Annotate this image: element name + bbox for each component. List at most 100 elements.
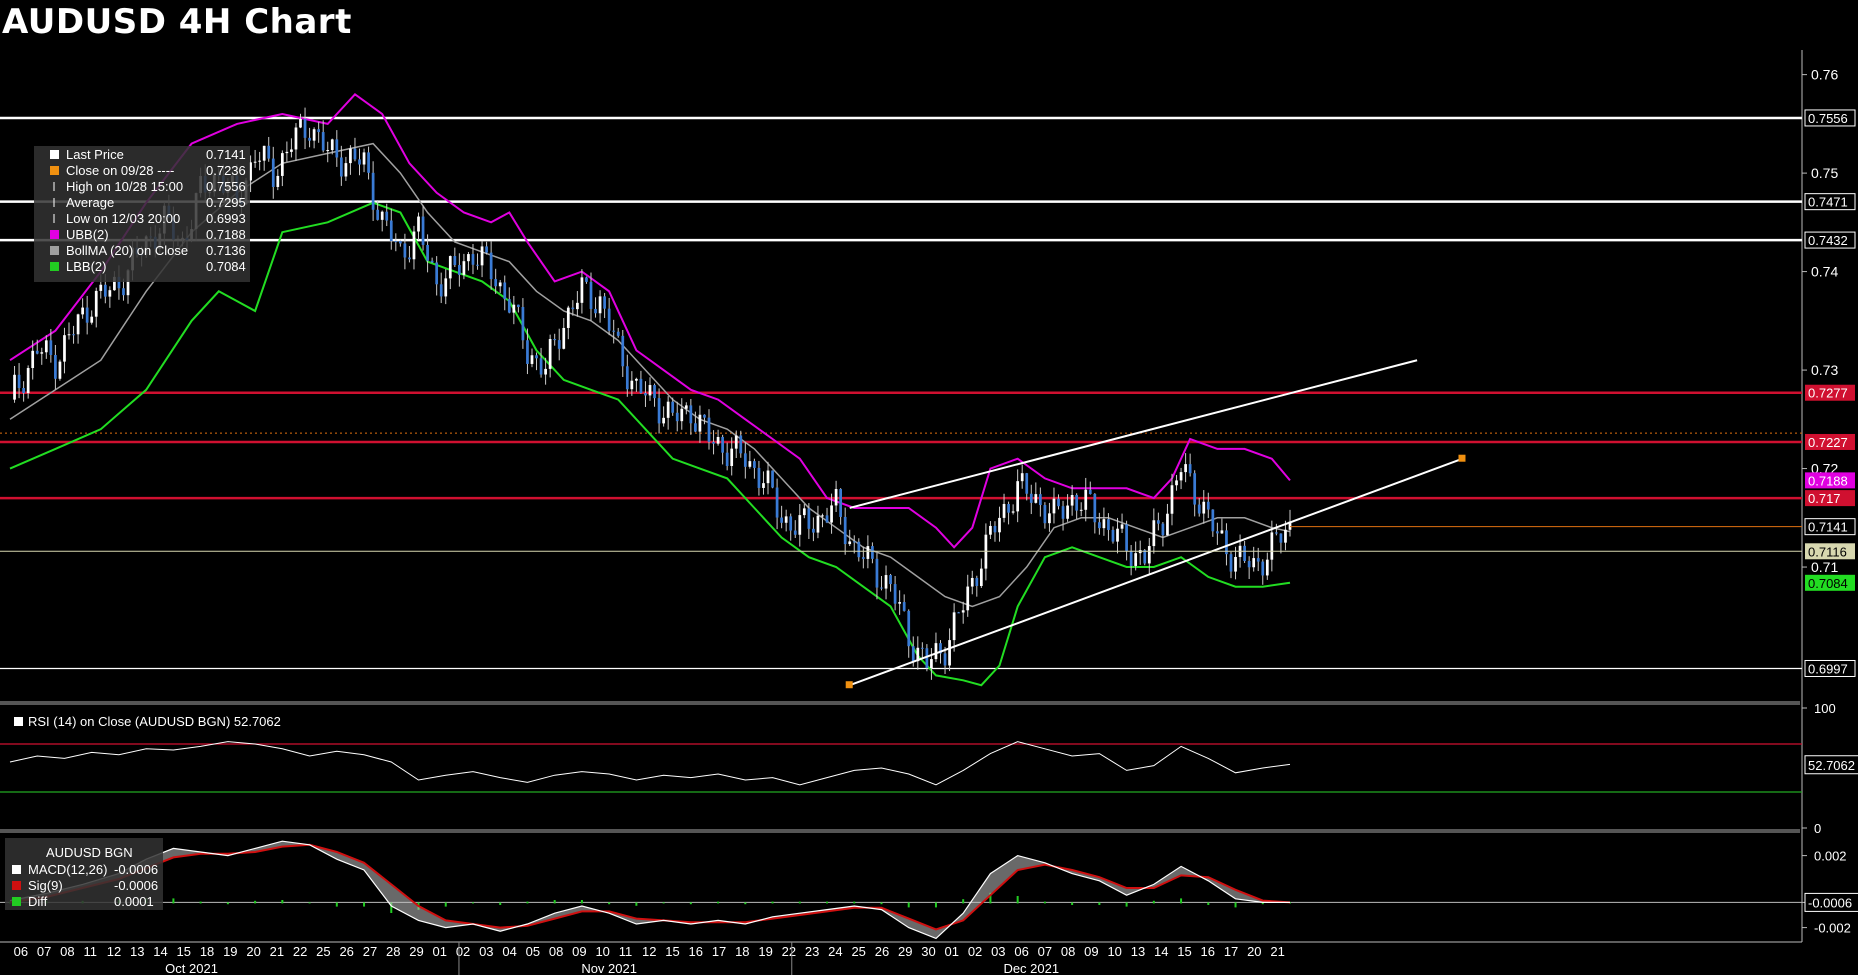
macd-legend-value: 0.0001 [114,894,154,909]
time-tick-label: 02 [456,944,470,959]
candle-body [299,118,302,128]
time-tick-label: 08 [549,944,563,959]
candle-body [1166,513,1169,536]
candle-body [1043,505,1047,524]
candle-body [480,246,484,266]
candle-body [1125,524,1128,551]
macd-diff-bar [771,901,774,904]
candle-body [13,374,16,400]
candle-body [907,610,911,647]
candle-body [462,261,466,275]
legend-value: 0.7084 [206,259,246,274]
value-tag: 0.7141 [1804,518,1856,536]
candle-body [349,148,352,164]
candle-body [371,172,375,210]
candle-body [512,304,516,313]
candle-body [430,260,434,263]
candle-body [603,296,606,309]
time-tick-label: 25 [851,944,865,959]
candle-body [657,398,661,424]
candle-body [122,288,125,296]
candle-body [675,412,679,422]
level-tag-label: 0.7556 [1808,111,1848,126]
candle-body [376,209,380,220]
candle-body [1147,546,1151,564]
candle-body [1143,550,1147,564]
candle-body [1279,533,1283,543]
candle-body [671,401,675,413]
candle-body [589,281,593,309]
legend-swatch [50,230,59,239]
candle-body [353,148,357,160]
candle-body [966,586,970,611]
time-tick-label: 04 [502,944,516,959]
macd-diff-bar [254,900,257,904]
candle-body [902,602,906,611]
time-tick-label: 08 [60,944,74,959]
candle-body [880,587,883,589]
candle-body [1120,524,1124,529]
candle-body [380,211,384,220]
candle-body [1007,503,1010,513]
time-tick-label: 23 [805,944,819,959]
time-tick-label: 21 [1270,944,1284,959]
candle-body [1193,473,1197,505]
time-tick-label: 17 [1224,944,1238,959]
price-tick-label: 0.71 [1811,559,1838,575]
candle-body [1066,505,1069,519]
candle-body [1075,494,1079,511]
macd-diff-bar [308,902,311,904]
time-tick-label: 06 [14,944,28,959]
candle-body [753,461,756,468]
candle-body [54,354,57,379]
candle-body [285,151,289,154]
candle-body [639,378,643,394]
legend-label: Last Price [66,147,124,162]
price-tick-label: 0.73 [1811,362,1838,378]
macd-legend-swatch [12,897,21,906]
candle-body [1284,529,1287,543]
candle-body [821,515,824,517]
candle-body [539,358,543,375]
macd-diff-bar [934,902,937,908]
candle-body [1070,494,1074,506]
macd-diff-bar [907,902,910,908]
audusd-chart[interactable]: 0.760.750.740.730.720.710.75560.74710.74… [0,0,1858,975]
candle-body [1093,494,1097,523]
candle-body [1034,494,1038,503]
candle-body [1048,513,1051,524]
candle-body [467,254,470,262]
trendline [849,359,1418,509]
candle-body [784,516,788,523]
candle-body [925,648,929,669]
candle-body [476,264,479,266]
candle-body [970,577,974,587]
macd-diff-bar [526,901,529,904]
candle-body [1270,532,1274,560]
time-tick-label: 13 [130,944,144,959]
candle-body [662,417,665,424]
macd-legend-value: -0.0006 [114,862,158,877]
candle-body [548,339,552,369]
candle-body [1102,519,1106,529]
time-tick-label: 21 [270,944,284,959]
value-tag: 0.7116 [1805,543,1855,560]
candle-body [816,515,820,533]
macd-diff-bar [553,900,556,904]
rsi-legend-label: RSI (14) on Close (AUDUSD BGN) 52.7062 [28,714,281,729]
macd-diff-bar [1125,902,1128,907]
candle-body [389,220,393,242]
candle-body [303,118,307,138]
candle-body [1129,550,1133,566]
time-tick-label: 14 [153,944,167,959]
candle-body [58,361,62,379]
candle-body [99,284,103,291]
candle-body [961,610,965,613]
macd-diff-bar [281,900,284,904]
candle-body [308,137,311,141]
macd-diff-bar [1043,901,1046,904]
candle-body [766,470,770,484]
macd-legend-value: -0.0006 [114,878,158,893]
macd-diff-bar [717,901,720,904]
time-tick-label: 19 [223,944,237,959]
